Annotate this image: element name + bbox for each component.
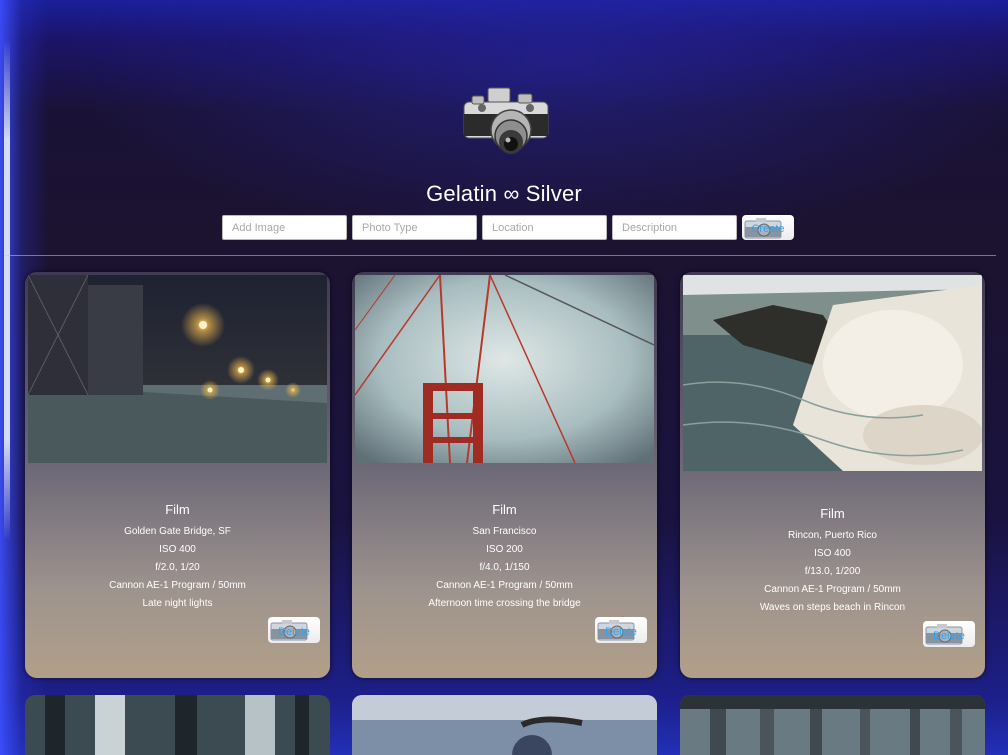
header-divider [4, 255, 996, 256]
create-button[interactable]: Create [742, 215, 794, 240]
photo-description: Late night lights [142, 598, 213, 609]
photo-bicycle [352, 695, 657, 755]
photo-details: Film Golden Gate Bridge, SF ISO 400 f/2.… [25, 502, 330, 613]
create-photo-form: Create [222, 215, 794, 240]
photo-card [352, 695, 657, 755]
delete-button[interactable]: Delete [268, 617, 320, 643]
photo-exposure: f/2.0, 1/20 [155, 562, 200, 573]
photo-description: Afternoon time crossing the bridge [428, 598, 581, 609]
photo-exposure: f/13.0, 1/200 [804, 566, 861, 577]
photo-exposure: f/4.0, 1/150 [479, 562, 530, 573]
photo-location: Golden Gate Bridge, SF [124, 526, 231, 537]
description-input[interactable] [612, 215, 737, 240]
photo-card: Film Rincon, Puerto Rico ISO 400 f/13.0,… [680, 272, 985, 678]
photo-type-input[interactable] [352, 215, 477, 240]
photo-type: Film [820, 506, 845, 521]
delete-button[interactable]: Delete [923, 621, 975, 647]
photo-details: Film Rincon, Puerto Rico ISO 400 f/13.0,… [680, 506, 985, 617]
image-url-input[interactable] [222, 215, 347, 240]
photo-camera: Cannon AE-1 Program / 50mm [436, 580, 573, 591]
photo-card [680, 695, 985, 755]
photo-location: San Francisco [472, 526, 537, 537]
photo-location: Rincon, Puerto Rico [788, 530, 877, 541]
photo-card [25, 695, 330, 755]
page-title: Gelatin ∞ Silver [426, 181, 582, 206]
photo-golden-gate-tower [355, 275, 654, 463]
photo-camera: Cannon AE-1 Program / 50mm [109, 580, 246, 591]
photo-description: Waves on steps beach in Rincon [759, 602, 906, 613]
photo-type: Film [165, 502, 190, 517]
photo-rincon-waves [683, 275, 982, 471]
photo-camera: Cannon AE-1 Program / 50mm [764, 584, 901, 595]
photo-pier-underside [680, 695, 985, 755]
photo-details: Film San Francisco ISO 200 f/4.0, 1/150 … [352, 502, 657, 613]
photo-type: Film [492, 502, 517, 517]
photo-card: Film Golden Gate Bridge, SF ISO 400 f/2.… [25, 272, 330, 678]
delete-label: Delete [605, 625, 637, 638]
location-input[interactable] [482, 215, 607, 240]
photo-pier-pillars [25, 695, 330, 755]
delete-label: Delete [278, 625, 310, 638]
photo-iso: ISO 200 [486, 544, 523, 555]
photo-iso: ISO 400 [814, 548, 851, 559]
photo-golden-gate-night [28, 275, 327, 463]
photo-card: Film San Francisco ISO 200 f/4.0, 1/150 … [352, 272, 657, 678]
create-label: Create [751, 223, 785, 235]
delete-button[interactable]: Delete [595, 617, 647, 643]
photo-iso: ISO 400 [159, 544, 196, 555]
camera-icon [463, 87, 549, 154]
delete-label: Delete [933, 629, 965, 642]
